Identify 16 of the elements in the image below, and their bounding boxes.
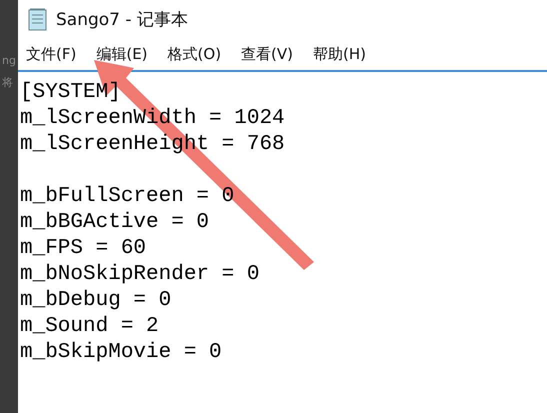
menu-item[interactable]: 文件(F) xyxy=(24,42,78,66)
cut-text: 将 xyxy=(1,75,14,90)
text-line: m_FPS = 60 xyxy=(20,236,148,262)
text-line: m_bNoSkipRender = 0 xyxy=(20,262,260,288)
menu-item[interactable]: 编辑(E) xyxy=(94,42,150,66)
menu-item[interactable]: 格式(O) xyxy=(166,42,224,66)
window-title: Sango7 - 记事本 xyxy=(56,8,188,30)
menu-item[interactable]: 帮助(H) xyxy=(311,42,368,66)
cut-text: ng xyxy=(1,54,17,67)
text-line: [SYSTEM] xyxy=(20,80,122,106)
text-line: m_bDebug = 0 xyxy=(20,288,172,314)
text-line: m_bBGActive = 0 xyxy=(20,210,210,236)
notepad-icon xyxy=(28,7,48,31)
text-line: m_bSkipMovie = 0 xyxy=(20,340,223,366)
text-line: m_Sound = 2 xyxy=(20,314,160,340)
menu-item[interactable]: 查看(V) xyxy=(239,42,296,66)
